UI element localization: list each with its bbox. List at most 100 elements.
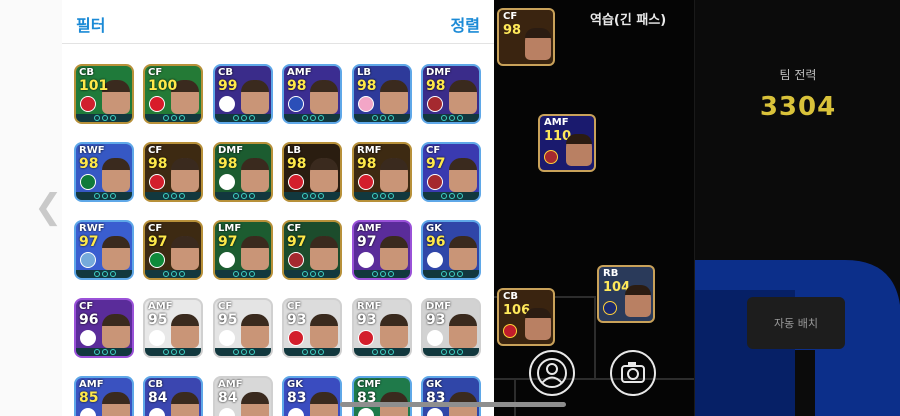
overall-rating: 98 bbox=[287, 156, 307, 172]
player-card[interactable]: CF 98 bbox=[143, 142, 203, 202]
team-strength-label: 팀 전력 bbox=[779, 68, 817, 82]
skill-dot-icon bbox=[94, 349, 100, 355]
player-portrait bbox=[241, 314, 269, 348]
card-footer bbox=[284, 348, 340, 356]
skill-dot-icon bbox=[449, 115, 455, 121]
camera-button[interactable] bbox=[610, 350, 656, 396]
formation-title: 역습(긴 패스) bbox=[590, 13, 667, 28]
position-label: CMF bbox=[357, 379, 382, 390]
player-card[interactable]: DMF 98 bbox=[213, 142, 273, 202]
player-card[interactable]: GK 96 bbox=[421, 220, 481, 280]
player-portrait bbox=[525, 308, 551, 340]
card-footer bbox=[354, 270, 410, 278]
player-card[interactable]: AMF 84 bbox=[213, 376, 273, 416]
position-label: CF bbox=[503, 11, 518, 22]
card-footer bbox=[145, 348, 201, 356]
position-label: AMF bbox=[357, 223, 382, 234]
player-card[interactable]: GK 83 bbox=[421, 376, 481, 416]
player-portrait bbox=[525, 28, 551, 60]
player-portrait bbox=[171, 314, 199, 348]
skill-dot-icon bbox=[457, 271, 463, 277]
card-footer bbox=[354, 192, 410, 200]
player-card[interactable]: CMF 83 bbox=[352, 376, 412, 416]
overall-rating: 96 bbox=[79, 312, 99, 328]
overall-rating: 101 bbox=[79, 78, 109, 94]
player-card[interactable]: CF 100 bbox=[143, 64, 203, 124]
skill-dot-icon bbox=[441, 349, 447, 355]
overall-rating: 84 bbox=[148, 390, 168, 406]
position-label: RWF bbox=[79, 223, 105, 234]
player-card[interactable]: CB 101 bbox=[74, 64, 134, 124]
field-player-card[interactable]: CB 106 bbox=[497, 288, 555, 346]
position-label: CF bbox=[148, 67, 163, 78]
player-card[interactable]: LB 98 bbox=[352, 64, 412, 124]
player-card[interactable]: RMF 98 bbox=[352, 142, 412, 202]
field-player-card[interactable]: AMF 110 bbox=[538, 114, 596, 172]
skill-dot-icon bbox=[457, 349, 463, 355]
player-card[interactable]: AMF 97 bbox=[352, 220, 412, 280]
card-footer bbox=[215, 114, 271, 122]
skill-dot-icon bbox=[310, 349, 316, 355]
team-strength-value: 3304 bbox=[759, 92, 837, 122]
club-crest-icon bbox=[358, 252, 374, 268]
position-label: CF bbox=[287, 223, 302, 234]
skill-dot-icon bbox=[388, 271, 394, 277]
player-card[interactable]: LB 98 bbox=[282, 142, 342, 202]
skill-dot-icon bbox=[94, 271, 100, 277]
player-card[interactable]: CF 96 bbox=[74, 298, 134, 358]
position-label: CF bbox=[218, 301, 233, 312]
player-card[interactable]: CF 97 bbox=[421, 142, 481, 202]
player-card[interactable]: LMF 97 bbox=[213, 220, 273, 280]
field-player-card[interactable]: RB 104 bbox=[597, 265, 655, 323]
player-card[interactable]: CF 97 bbox=[282, 220, 342, 280]
player-portrait bbox=[625, 285, 651, 317]
player-portrait bbox=[310, 158, 338, 192]
club-crest-icon bbox=[544, 150, 558, 164]
player-portrait bbox=[310, 314, 338, 348]
skill-dot-icon bbox=[318, 271, 324, 277]
player-card[interactable]: RMF 93 bbox=[352, 298, 412, 358]
skill-dot-icon bbox=[302, 115, 308, 121]
skill-dot-icon bbox=[372, 349, 378, 355]
player-portrait bbox=[241, 158, 269, 192]
player-card[interactable]: DMF 98 bbox=[421, 64, 481, 124]
player-card[interactable]: CB 99 bbox=[213, 64, 273, 124]
player-card[interactable]: RWF 97 bbox=[74, 220, 134, 280]
player-card[interactable]: RWF 98 bbox=[74, 142, 134, 202]
club-crest-icon bbox=[288, 408, 304, 416]
player-card[interactable]: GK 83 bbox=[282, 376, 342, 416]
position-label: CB bbox=[148, 379, 163, 390]
card-footer bbox=[354, 114, 410, 122]
overall-rating: 93 bbox=[426, 312, 446, 328]
skill-dot-icon bbox=[94, 115, 100, 121]
card-footer bbox=[423, 348, 479, 356]
skill-dot-icon bbox=[102, 115, 108, 121]
skill-dot-icon bbox=[241, 349, 247, 355]
player-view-button[interactable] bbox=[529, 350, 575, 396]
player-card[interactable]: CF 93 bbox=[282, 298, 342, 358]
player-card[interactable]: CF 95 bbox=[213, 298, 273, 358]
skill-dot-icon bbox=[233, 271, 239, 277]
player-portrait bbox=[566, 134, 592, 166]
auto-arrange-button[interactable]: 자동 배치 bbox=[747, 297, 845, 349]
club-crest-icon bbox=[288, 252, 304, 268]
filter-button[interactable]: 필터 bbox=[76, 12, 105, 36]
card-footer bbox=[145, 192, 201, 200]
player-card[interactable]: DMF 93 bbox=[421, 298, 481, 358]
player-card[interactable]: AMF 98 bbox=[282, 64, 342, 124]
player-card[interactable]: AMF 85 bbox=[74, 376, 134, 416]
back-chevron-icon[interactable]: ❮ bbox=[34, 190, 63, 224]
skill-dot-icon bbox=[233, 193, 239, 199]
player-card[interactable]: CF 97 bbox=[143, 220, 203, 280]
skill-dot-icon bbox=[110, 349, 116, 355]
player-card[interactable]: AMF 95 bbox=[143, 298, 203, 358]
player-portrait bbox=[102, 236, 130, 270]
sort-button[interactable]: 정렬 bbox=[451, 12, 480, 36]
player-card[interactable]: CB 84 bbox=[143, 376, 203, 416]
skill-dot-icon bbox=[318, 115, 324, 121]
player-portrait bbox=[449, 80, 477, 114]
field-player-card[interactable]: CF 98 bbox=[497, 8, 555, 66]
player-portrait bbox=[449, 158, 477, 192]
position-label: GK bbox=[426, 223, 442, 234]
card-footer bbox=[215, 348, 271, 356]
